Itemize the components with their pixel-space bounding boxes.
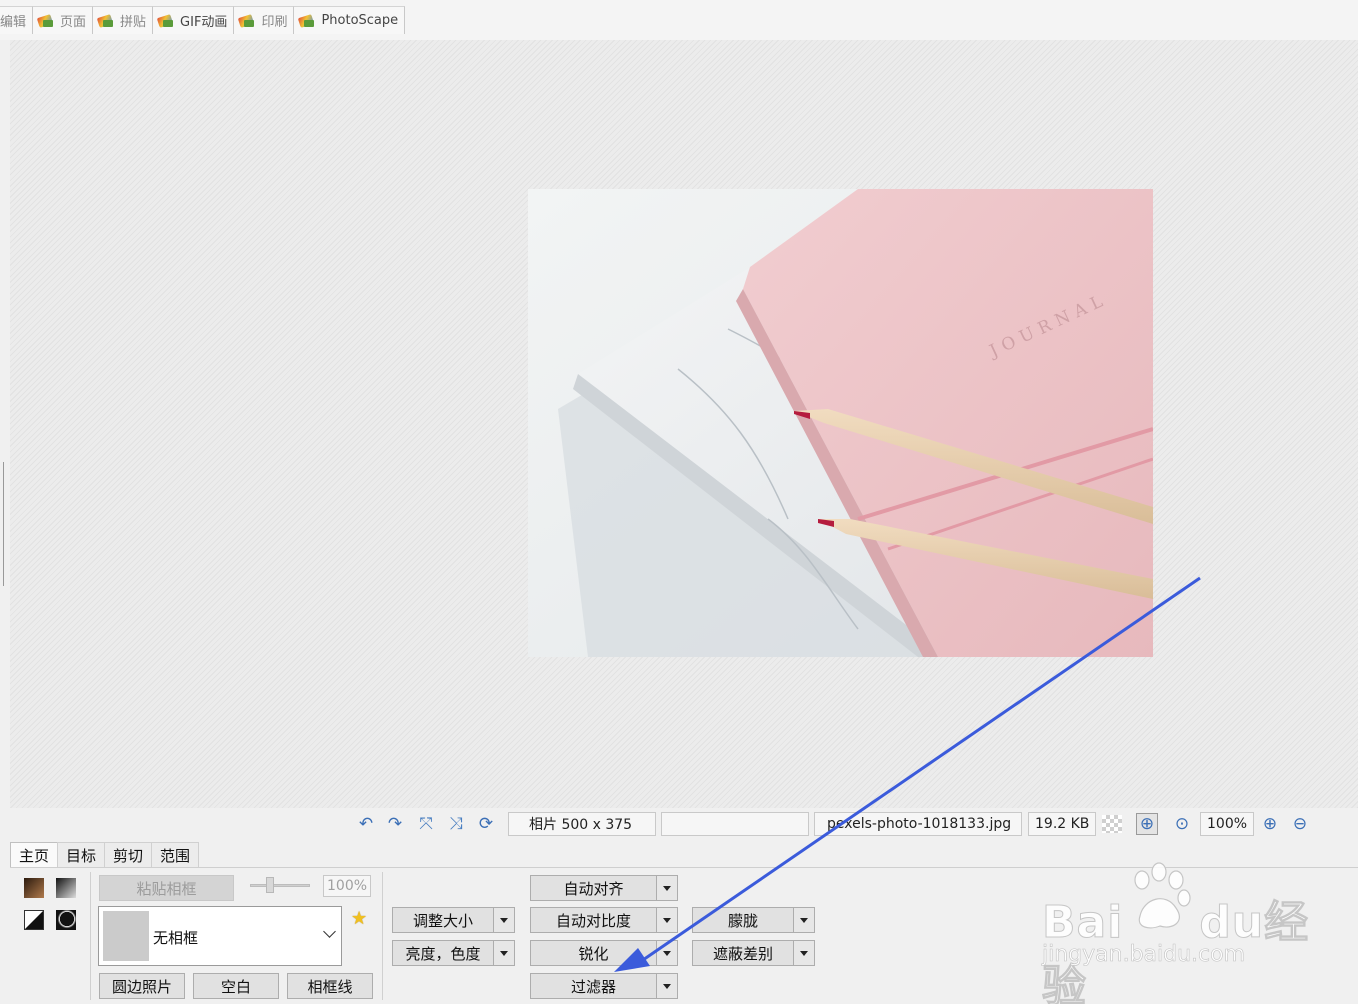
filesize-field: 19.2 KB bbox=[1028, 812, 1096, 836]
invert-swatch[interactable] bbox=[24, 910, 44, 930]
vignetting-button[interactable]: 遮蔽差别 bbox=[692, 940, 794, 966]
tab-region[interactable]: 范围 bbox=[151, 842, 200, 868]
auto-contrast-button[interactable]: 自动对比度 bbox=[530, 907, 657, 933]
zoom-fit-icon[interactable]: ⊕ bbox=[1136, 813, 1158, 835]
brightness-button[interactable]: 亮度，色度 bbox=[392, 940, 494, 966]
page-icon bbox=[37, 13, 55, 29]
panel-divider bbox=[90, 872, 91, 1000]
resize-dropdown[interactable] bbox=[493, 907, 515, 933]
tab-home[interactable]: 主页 bbox=[10, 842, 59, 868]
tab-print[interactable]: 印刷 bbox=[234, 6, 295, 34]
gif-icon bbox=[157, 13, 175, 29]
slider-track bbox=[250, 884, 310, 887]
rotate-icon[interactable]: ⟳ bbox=[475, 813, 497, 835]
auto-level-button[interactable]: 自动对齐 bbox=[530, 875, 657, 901]
filter-dropdown[interactable] bbox=[656, 973, 678, 999]
tab-page[interactable]: 页面 bbox=[33, 6, 94, 34]
vignetting-dropdown[interactable] bbox=[793, 940, 815, 966]
photo-size-field: 相片 500 x 375 bbox=[508, 812, 656, 836]
tab-combine[interactable]: 拼贴 bbox=[93, 6, 154, 34]
tab-editor[interactable]: 编辑 bbox=[0, 6, 34, 34]
frame-line-button[interactable]: 相框线 bbox=[287, 973, 373, 999]
panel-splitter[interactable] bbox=[3, 462, 4, 586]
grayscale-swatch[interactable] bbox=[56, 878, 76, 898]
fit-width-icon[interactable]: ⤧ bbox=[415, 813, 437, 835]
frame-percent-field[interactable]: 100% bbox=[323, 875, 371, 897]
transparency-icon[interactable] bbox=[1102, 815, 1122, 833]
photo-preview[interactable]: JOURNAL bbox=[528, 189, 1153, 657]
sharpen-button[interactable]: 锐化 bbox=[530, 940, 657, 966]
blur-button[interactable]: 朦胧 bbox=[692, 907, 794, 933]
slider-thumb[interactable] bbox=[266, 877, 274, 893]
mode-tabs: 编辑 页面 拼贴 GIF动画 印刷 PhotoScape bbox=[0, 6, 406, 34]
combine-icon bbox=[97, 13, 115, 29]
undo-icon[interactable]: ↶ bbox=[355, 813, 377, 835]
fit-height-icon[interactable]: ⤨ bbox=[445, 813, 467, 835]
tab-object[interactable]: 目标 bbox=[57, 842, 106, 868]
photoscape-icon bbox=[298, 13, 316, 29]
tab-editor-label: 编辑 bbox=[0, 15, 27, 30]
sepia-swatch[interactable] bbox=[24, 878, 44, 898]
tab-print-label: 印刷 bbox=[261, 15, 288, 30]
panel-tabs: 主页 目标 剪切 范围 bbox=[10, 842, 200, 868]
sharpen-dropdown[interactable] bbox=[656, 940, 678, 966]
frame-opacity-slider[interactable] bbox=[250, 876, 310, 896]
zoom-out-icon[interactable]: ⊖ bbox=[1289, 813, 1311, 835]
resize-button[interactable]: 调整大小 bbox=[392, 907, 494, 933]
filter-button[interactable]: 过滤器 bbox=[530, 973, 657, 999]
paste-frame-button[interactable]: 粘贴相框 bbox=[99, 875, 234, 901]
print-icon bbox=[238, 13, 256, 29]
blur-dropdown[interactable] bbox=[793, 907, 815, 933]
frame-select[interactable]: 无相框 bbox=[98, 906, 342, 966]
tab-photoscape[interactable]: PhotoScape bbox=[294, 6, 406, 34]
zoom-field[interactable]: 100% bbox=[1200, 812, 1254, 836]
tab-gif[interactable]: GIF动画 bbox=[153, 6, 235, 34]
panel-divider bbox=[382, 872, 383, 1000]
info-field bbox=[661, 812, 809, 836]
auto-level-dropdown[interactable] bbox=[656, 875, 678, 901]
zoom-in-icon[interactable]: ⊕ bbox=[1259, 813, 1281, 835]
zoom-actual-icon[interactable]: ⊙ bbox=[1171, 813, 1193, 835]
redo-icon[interactable]: ↷ bbox=[384, 813, 406, 835]
chevron-down-icon bbox=[323, 925, 336, 938]
favorite-star-icon[interactable]: ★ bbox=[351, 908, 367, 929]
frame-select-label: 无相框 bbox=[153, 929, 199, 947]
tab-page-label: 页面 bbox=[60, 15, 87, 30]
photo-image: JOURNAL bbox=[528, 189, 1153, 657]
brightness-dropdown[interactable] bbox=[493, 940, 515, 966]
filename-field: pexels-photo-1018133.jpg bbox=[814, 812, 1022, 836]
blank-button[interactable]: 空白 bbox=[193, 973, 279, 999]
frame-thumbnail bbox=[103, 911, 149, 961]
tab-gif-label: GIF动画 bbox=[180, 15, 228, 30]
round-photo-button[interactable]: 圆边照片 bbox=[99, 973, 185, 999]
bw-swatch[interactable] bbox=[56, 910, 76, 930]
tab-photoscape-label: PhotoScape bbox=[321, 13, 399, 28]
top-toolbar: 编辑 页面 拼贴 GIF动画 印刷 PhotoScape bbox=[0, 0, 1358, 40]
tab-combine-label: 拼贴 bbox=[120, 15, 147, 30]
tab-crop[interactable]: 剪切 bbox=[104, 842, 153, 868]
auto-contrast-dropdown[interactable] bbox=[656, 907, 678, 933]
